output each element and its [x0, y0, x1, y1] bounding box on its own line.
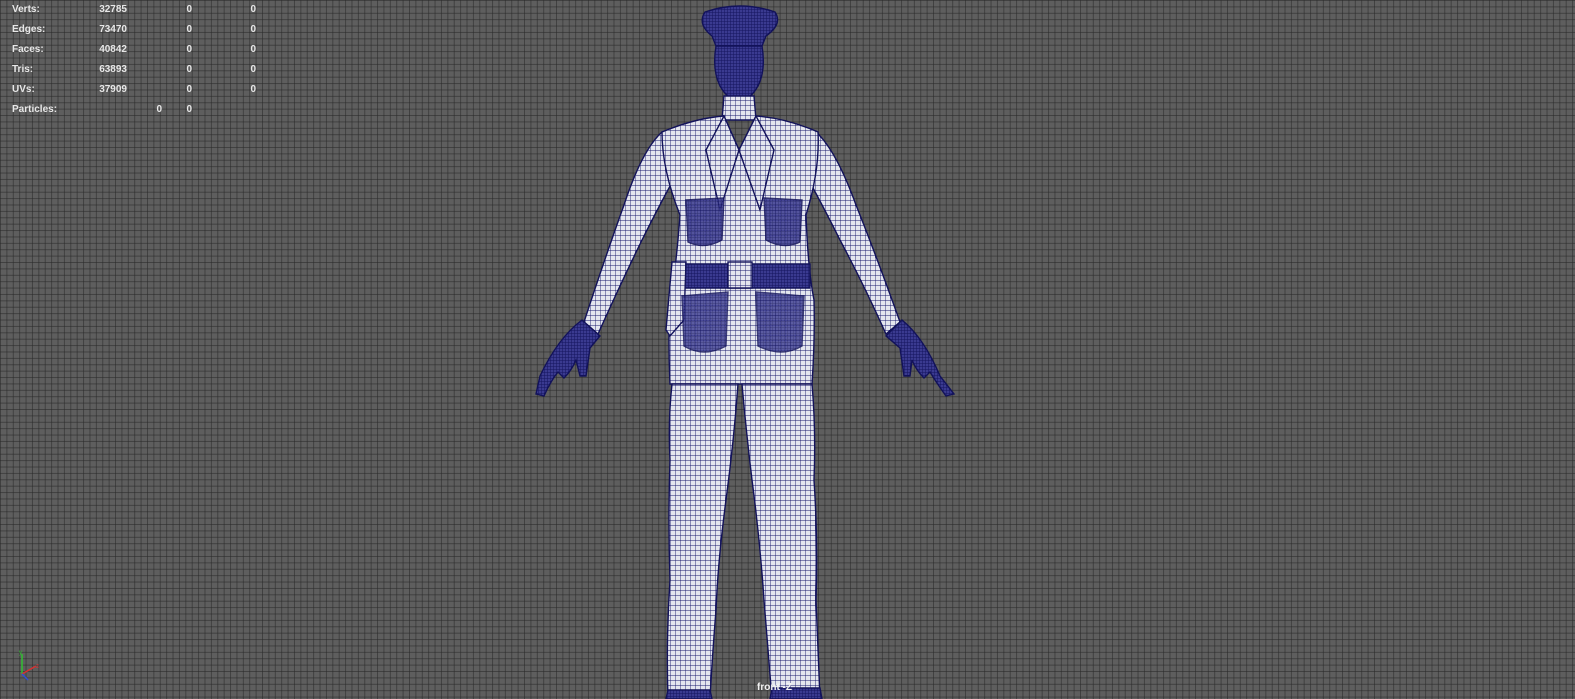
- neck-shape: [721, 95, 757, 121]
- hud-row-tris: Tris: 63893 0 0: [0, 60, 270, 80]
- svg-text:y: y: [19, 650, 22, 656]
- hud-value: 0: [250, 24, 256, 35]
- hud-label: Particles:: [12, 104, 58, 115]
- axis-gizmo-icon: y z: [19, 650, 39, 681]
- hud-value: 0: [250, 84, 256, 95]
- viewport-front[interactable]: Verts: 32785 0 0 Edges: 73470 0 0 Faces:…: [0, 0, 1575, 699]
- hud-value: 0: [186, 64, 192, 75]
- hud-row-verts: Verts: 32785 0 0: [0, 0, 270, 20]
- hud-value: 0: [186, 4, 192, 15]
- pocket-shape: [685, 197, 725, 247]
- hud-value: 0: [186, 84, 192, 95]
- right-hand-shape: [884, 319, 956, 397]
- hud-value: 0: [250, 44, 256, 55]
- hud-value: 0: [186, 44, 192, 55]
- hud-label: UVs:: [12, 84, 35, 95]
- hud-label: Tris:: [12, 64, 34, 75]
- hud-label: Verts:: [12, 4, 40, 15]
- pocket-shape: [763, 197, 803, 247]
- hud-value: 32785: [99, 4, 127, 15]
- hud-row-particles: Particles: 0 0: [0, 100, 270, 120]
- hud-value: 0: [186, 104, 192, 115]
- heads-up-display: Verts: 32785 0 0 Edges: 73470 0 0 Faces:…: [0, 0, 270, 120]
- hud-value: 73470: [99, 24, 127, 35]
- hud-value: 63893: [99, 64, 127, 75]
- hud-value: 40842: [99, 44, 127, 55]
- hud-value: 0: [186, 24, 192, 35]
- right-leg-shape: [741, 383, 821, 699]
- policeman-wireframe-icon[interactable]: [520, 0, 970, 699]
- hud-value: 37909: [99, 84, 127, 95]
- hud-label: Faces:: [12, 44, 44, 55]
- svg-text:z: z: [36, 664, 39, 670]
- shoe-shape: [665, 689, 713, 699]
- hud-label: Edges:: [12, 24, 46, 35]
- hat-shape: [701, 5, 779, 47]
- left-leg-shape: [666, 383, 739, 699]
- hud-row-uvs: UVs: 37909 0 0: [0, 80, 270, 100]
- hud-value: 0: [250, 64, 256, 75]
- hud-row-faces: Faces: 40842 0 0: [0, 40, 270, 60]
- pocket-shape: [755, 291, 805, 353]
- left-hand-shape: [535, 319, 601, 397]
- belt-buckle-shape: [727, 261, 753, 289]
- pocket-shape: [681, 291, 729, 353]
- hud-row-edges: Edges: 73470 0 0: [0, 20, 270, 40]
- camera-label: front -Z: [757, 682, 792, 693]
- head-shape: [713, 45, 765, 103]
- hud-value: 0: [250, 4, 256, 15]
